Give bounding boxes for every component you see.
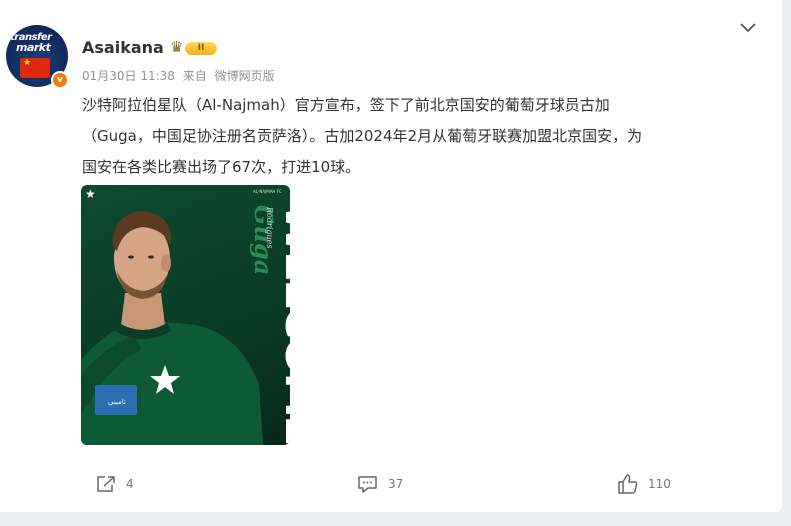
like-count: 110 bbox=[648, 477, 671, 491]
rank-badge[interactable]: ♛ II bbox=[170, 39, 218, 56]
post-text-line: 国安在各类比赛出场了67次，打进10球。 bbox=[82, 158, 361, 176]
post-timestamp[interactable]: 01月30日 11:38 bbox=[82, 69, 175, 83]
club-tag: AL-NAJMAH FC bbox=[253, 189, 282, 194]
sponsor-label: تامينى bbox=[108, 398, 126, 406]
weibo-post-card: transfer markt ★ v Asaikana ♛ II 01月30日 … bbox=[0, 0, 782, 512]
rank-level: II bbox=[185, 42, 217, 55]
post-source[interactable]: 微博网页版 bbox=[215, 69, 275, 83]
chevron-down-icon[interactable] bbox=[738, 20, 758, 36]
thumbs-up-icon bbox=[618, 474, 638, 494]
welcome-headline: WELCOME bbox=[275, 203, 290, 444]
action-bar: 4 37 110 bbox=[0, 468, 782, 500]
verified-badge: v bbox=[51, 71, 69, 89]
share-button[interactable]: 4 bbox=[95, 468, 134, 500]
avatar-brand-line2: markt bbox=[16, 41, 51, 54]
comment-button[interactable]: 37 bbox=[357, 468, 403, 500]
post-text-line: （Guga，中国足协注册名贡萨洛）。古加2024年2月从葡萄牙联赛加盟北京国安，… bbox=[82, 127, 643, 145]
share-icon bbox=[97, 476, 115, 492]
post-text-line: 沙特阿拉伯星队（Al-Najmah）官方宣布，签下了前北京国安的葡萄牙球员古加 bbox=[82, 96, 610, 114]
post-image[interactable]: ★ AL-NAJMAH FC WELCOME Guga Rodrigues تا… bbox=[81, 185, 290, 445]
like-button[interactable]: 110 bbox=[617, 468, 671, 500]
club-star-icon: ★ bbox=[85, 187, 96, 201]
post-meta: 01月30日 11:38 来自 微博网页版 bbox=[82, 67, 279, 84]
comment-icon bbox=[358, 476, 377, 493]
post-text: 沙特阿拉伯星队（Al-Najmah）官方宣布，签下了前北京国安的葡萄牙球员古加 … bbox=[82, 90, 772, 183]
comment-count: 37 bbox=[388, 477, 404, 491]
china-flag-icon: ★ bbox=[20, 58, 50, 78]
post-source-prefix: 来自 bbox=[182, 69, 207, 83]
share-count: 4 bbox=[126, 477, 134, 491]
username[interactable]: Asaikana bbox=[82, 38, 164, 57]
player-surname: Rodrigues bbox=[265, 207, 274, 249]
